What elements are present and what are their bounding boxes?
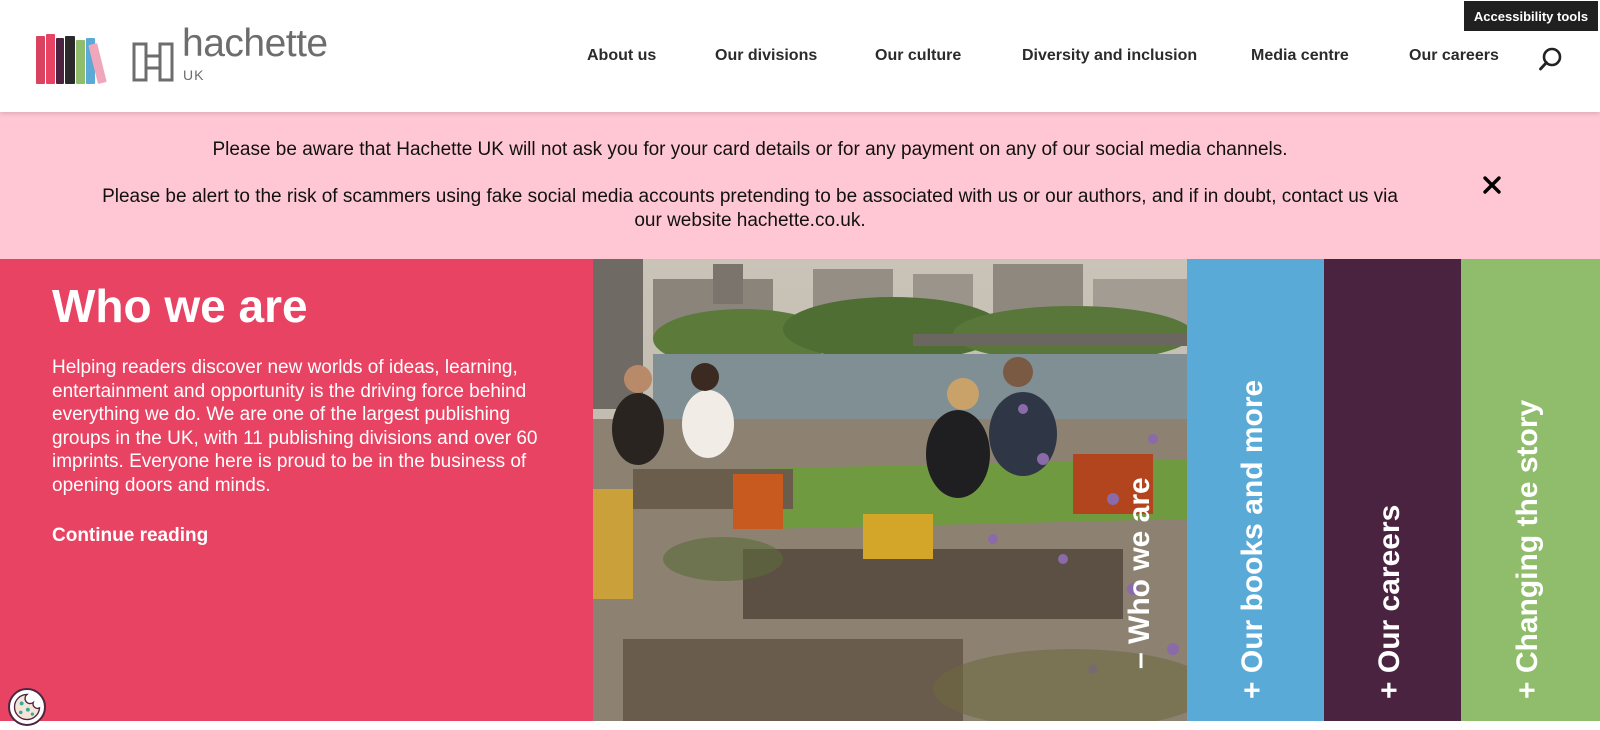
nav-about-us[interactable]: About us xyxy=(587,47,656,65)
nav-our-divisions[interactable]: Our divisions xyxy=(715,47,817,65)
alert-line-1: Please be aware that Hachette UK will no… xyxy=(212,139,1288,160)
changing-the-story-panel[interactable]: + Changing the story xyxy=(1461,259,1600,721)
main-nav: About us Our divisions Our culture Diver… xyxy=(0,47,1600,71)
who-we-are-tab-label[interactable]: – Who we are xyxy=(1123,477,1157,669)
hero-title: Who we are xyxy=(52,280,308,332)
site-header: hachette UK About us Our divisions Our c… xyxy=(0,0,1600,112)
page-bottom-strip xyxy=(0,721,1600,730)
our-careers-panel-label: + Our careers xyxy=(1372,504,1406,699)
search-icon[interactable] xyxy=(1538,46,1564,72)
alert-line-2: Please be alert to the risk of scammers … xyxy=(102,186,1398,231)
rooftop-photo-image xyxy=(593,259,1187,721)
our-books-panel-label: + Our books and more xyxy=(1235,379,1269,699)
nav-media-centre[interactable]: Media centre xyxy=(1251,47,1349,65)
rooftop-photo: – Who we are xyxy=(593,259,1187,721)
nav-diversity-inclusion[interactable]: Diversity and inclusion xyxy=(1022,47,1197,65)
cookie-settings-icon[interactable] xyxy=(8,688,46,726)
continue-reading-link[interactable]: Continue reading xyxy=(52,525,208,547)
close-icon[interactable] xyxy=(1479,172,1505,198)
hero-body: Helping readers discover new worlds of i… xyxy=(52,357,538,496)
our-careers-panel[interactable]: + Our careers xyxy=(1324,259,1461,721)
nav-our-culture[interactable]: Our culture xyxy=(875,47,961,65)
scam-alert-banner: Please be aware that Hachette UK will no… xyxy=(0,112,1600,259)
nav-our-careers[interactable]: Our careers xyxy=(1409,47,1499,65)
changing-the-story-panel-label: + Changing the story xyxy=(1510,399,1544,699)
accessibility-tools-button[interactable]: Accessibility tools xyxy=(1464,1,1598,31)
who-we-are-panel: Who we are Helping readers discover new … xyxy=(0,259,593,721)
our-books-panel[interactable]: + Our books and more xyxy=(1187,259,1324,721)
